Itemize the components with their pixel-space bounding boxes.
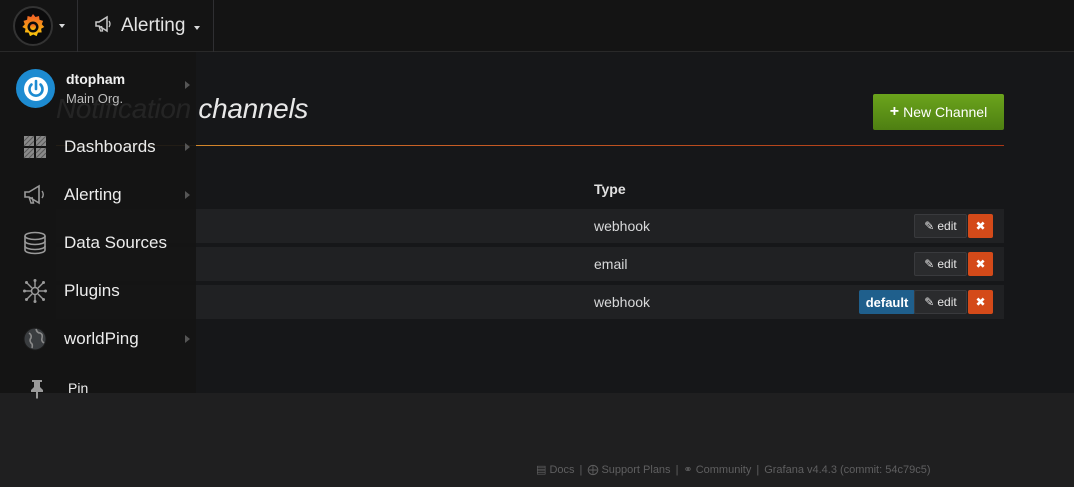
sidebar-item-label: Dashboards [64, 137, 156, 156]
docs-link[interactable]: ▤ Docs [536, 463, 575, 476]
table-row: webhook default ✎ edit ✖ [56, 285, 1004, 319]
grafana-logo-icon [13, 6, 53, 46]
sidebar-item-plugins[interactable]: Plugins [0, 271, 196, 311]
version-info: Grafana v4.4.3 (commit: 54c79c5) [764, 463, 931, 476]
megaphone-icon [22, 183, 48, 207]
sidebar-item-label: Alerting [64, 185, 122, 204]
globe-icon [22, 327, 48, 351]
plugins-icon [22, 279, 48, 303]
section-switcher[interactable]: Alerting [78, 0, 214, 52]
sidebar-item-pin[interactable]: Pin [0, 369, 196, 409]
lifebuoy-icon: ⨁ [587, 464, 599, 476]
column-header-type: Type [594, 181, 626, 197]
pin-icon [24, 377, 50, 401]
new-channel-button[interactable]: + New Channel [873, 94, 1004, 130]
default-badge: default [859, 290, 915, 314]
chevron-right-icon [185, 81, 190, 89]
sidebar-item-alerting[interactable]: Alerting [0, 175, 196, 215]
delete-button[interactable]: ✖ [968, 214, 993, 238]
edit-button[interactable]: ✎ edit [914, 290, 967, 314]
document-icon: ▤ [536, 464, 547, 476]
sidebar-item-label: Pin [68, 380, 89, 396]
delete-button[interactable]: ✖ [968, 252, 993, 276]
megaphone-icon [94, 15, 114, 38]
channel-type: webhook [594, 294, 651, 310]
table-row: webhook ✎ edit ✖ [56, 209, 1004, 243]
edit-button[interactable]: ✎ edit [914, 214, 967, 238]
title-divider [56, 145, 1004, 146]
dashboards-grid-icon [22, 135, 48, 159]
sidebar-item-label: Data Sources [64, 233, 167, 252]
edit-icon: ✎ [924, 219, 935, 233]
user-name: dtopham [66, 71, 126, 87]
edit-icon: ✎ [924, 257, 935, 271]
channel-type: webhook [594, 218, 651, 234]
caret-down-icon [59, 24, 65, 28]
avatar [16, 69, 55, 108]
edit-icon: ✎ [924, 295, 935, 309]
plus-icon: + [889, 103, 900, 120]
sidebar-item-label: Plugins [64, 281, 120, 300]
sidebar-item-label: worldPing [64, 329, 139, 348]
top-navbar: Alerting [0, 0, 1074, 52]
sidebar-item-dashboards[interactable]: Dashboards [0, 127, 196, 167]
footer: ▤ Docs | ⨁ Support Plans | ⚭ Community |… [536, 463, 931, 477]
sidebar-item-worldping[interactable]: worldPing [0, 319, 196, 359]
sidebar-item-data-sources[interactable]: Data Sources [0, 223, 196, 263]
user-menu-item[interactable]: dtopham Main Org. [0, 68, 196, 112]
chevron-right-icon [185, 143, 190, 151]
chevron-right-icon [185, 191, 190, 199]
support-plans-link[interactable]: ⨁ Support Plans [587, 463, 670, 476]
edit-button[interactable]: ✎ edit [914, 252, 967, 276]
database-icon [22, 231, 48, 255]
section-title: Alerting [121, 15, 186, 36]
caret-down-icon [194, 25, 201, 30]
user-org: Main Org. [66, 91, 124, 106]
chevron-right-icon [185, 335, 190, 343]
grafana-menu-button[interactable] [0, 0, 78, 52]
side-menu: dtopham Main Org. Dashboards Alerting Da… [0, 52, 196, 399]
delete-button[interactable]: ✖ [968, 290, 993, 314]
channel-type: email [594, 256, 628, 272]
community-link[interactable]: ⚭ Community [683, 463, 751, 476]
new-channel-label: New Channel [903, 104, 988, 120]
table-row: email ✎ edit ✖ [56, 247, 1004, 281]
comments-icon: ⚭ [683, 464, 693, 476]
